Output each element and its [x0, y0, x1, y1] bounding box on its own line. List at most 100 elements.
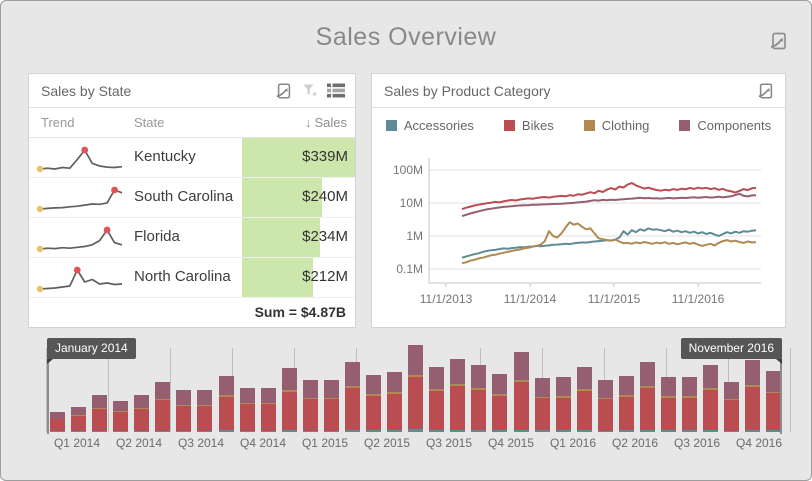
sales-value: $339M — [302, 148, 348, 165]
trend-sparkline — [36, 266, 123, 293]
month-bar[interactable] — [344, 362, 360, 432]
month-bar[interactable] — [555, 377, 571, 432]
column-header-trend[interactable]: Trend — [41, 115, 74, 130]
month-bar[interactable] — [513, 352, 529, 432]
page-title: Sales Overview — [315, 23, 497, 51]
sales-cell: $240M — [242, 178, 355, 217]
month-bar[interactable] — [534, 378, 550, 432]
range-start-badge[interactable]: January 2014 — [47, 338, 136, 364]
month-bar[interactable] — [724, 381, 740, 432]
quarter-label: Q2 2016 — [611, 436, 659, 450]
month-bar[interactable] — [176, 390, 192, 432]
column-header-sales[interactable]: ↓ Sales — [305, 115, 347, 130]
state-name: South Carolina — [134, 188, 234, 205]
month-bar[interactable] — [576, 366, 592, 432]
month-bar[interactable] — [597, 379, 613, 432]
export-icon[interactable] — [769, 31, 789, 51]
month-bar[interactable] — [703, 365, 719, 432]
quarter-label: Q2 2014 — [115, 436, 163, 450]
table-row[interactable]: North Carolina $212M — [29, 258, 355, 298]
month-bar[interactable] — [639, 361, 655, 432]
quarter-label: Q2 2015 — [363, 436, 411, 450]
legend-item-accessories: Accessories — [385, 118, 474, 133]
quarter-label: Q4 2014 — [239, 436, 287, 450]
month-bar[interactable] — [492, 373, 508, 432]
quarter-label: Q3 2016 — [673, 436, 721, 450]
state-name: Florida — [134, 228, 180, 245]
dashboard: Sales Overview Sales by State Trend Stat… — [0, 0, 812, 481]
sales-by-state-panel: Sales by State Trend State ↓ Sales Kentu… — [28, 73, 356, 328]
sales-by-state-header: Sales by State — [29, 74, 355, 108]
quarter-label: Q4 2015 — [487, 436, 535, 450]
svg-text:11/1/2014: 11/1/2014 — [504, 292, 557, 306]
table-row[interactable]: Kentucky $339M — [29, 138, 355, 178]
month-bar[interactable] — [661, 377, 677, 432]
month-bar[interactable] — [618, 375, 634, 432]
sales-by-category-header: Sales by Product Category — [372, 74, 785, 108]
quarter-label: Q3 2015 — [425, 436, 473, 450]
month-bar[interactable] — [366, 375, 382, 432]
month-bar[interactable] — [450, 358, 466, 432]
state-name: Kentucky — [134, 148, 196, 165]
export-icon[interactable] — [757, 82, 775, 100]
month-bar[interactable] — [387, 371, 403, 432]
card-layout-icon[interactable] — [327, 83, 345, 98]
state-name: North Carolina — [134, 268, 231, 285]
legend-item-components: Components — [679, 118, 771, 133]
month-bar[interactable] — [471, 365, 487, 432]
legend-swatch — [583, 119, 595, 131]
table-row[interactable]: Florida $234M — [29, 218, 355, 258]
grid-column-headers: Trend State ↓ Sales — [29, 108, 355, 138]
month-bar[interactable] — [113, 401, 129, 432]
month-bar[interactable] — [239, 387, 255, 432]
svg-text:1M: 1M — [406, 229, 423, 243]
month-bar[interactable] — [71, 406, 87, 432]
month-bar[interactable] — [745, 360, 761, 432]
sales-cell: $212M — [242, 258, 355, 297]
svg-text:11/1/2015: 11/1/2015 — [588, 292, 641, 306]
quarter-separator — [790, 348, 791, 432]
column-header-state[interactable]: State — [134, 115, 164, 130]
legend-swatch — [385, 119, 397, 131]
sales-cell: $234M — [242, 218, 355, 257]
range-selector-axis-labels: Q1 2014 Q2 2014 Q3 2014 Q4 2014 Q1 2015 Q2 20… — [41, 436, 793, 452]
sales-value: $234M — [302, 228, 348, 245]
grid-footer: Sum = $4.87B — [29, 298, 355, 328]
trend-sparkline — [36, 226, 123, 253]
category-line-chart[interactable]: 100M 10M 1M 0.1M 11/1/2013 11/1/2014 11/1/2015… — [372, 142, 785, 326]
export-icon[interactable] — [275, 82, 293, 100]
clear-filter-icon[interactable] — [302, 83, 318, 99]
trend-sparkline — [36, 146, 123, 173]
month-bar[interactable] — [92, 395, 108, 432]
month-bar[interactable] — [218, 375, 234, 432]
month-bar[interactable] — [134, 395, 150, 432]
chart-legend: Accessories Bikes Clothing Components — [372, 108, 785, 142]
range-end-badge[interactable]: November 2016 — [680, 338, 783, 364]
panel-title: Sales by State — [41, 82, 132, 99]
month-bar[interactable] — [155, 381, 171, 432]
month-bar[interactable] — [281, 368, 297, 432]
month-bar[interactable] — [323, 379, 339, 432]
svg-text:100M: 100M — [393, 163, 423, 177]
month-bar[interactable] — [197, 390, 213, 432]
month-bar[interactable] — [50, 411, 65, 432]
month-bar[interactable] — [260, 387, 276, 432]
month-bar[interactable] — [682, 377, 698, 432]
month-bar[interactable] — [408, 344, 424, 432]
quarter-label: Q4 2016 — [735, 436, 783, 450]
range-selector-chart[interactable] — [41, 344, 793, 434]
sales-value: $240M — [302, 188, 348, 205]
month-bar[interactable] — [429, 366, 445, 432]
quarter-label: Q3 2014 — [177, 436, 225, 450]
quarter-label: Q1 2015 — [301, 436, 349, 450]
quarter-label: Q1 2016 — [549, 436, 597, 450]
svg-text:0.1M: 0.1M — [396, 262, 423, 276]
panel-title: Sales by Product Category — [384, 82, 551, 99]
sales-cell: $339M — [242, 138, 355, 177]
month-bar[interactable] — [302, 379, 318, 432]
legend-swatch — [503, 119, 515, 131]
sales-value: $212M — [302, 268, 348, 285]
legend-swatch — [679, 119, 691, 131]
range-selector: January 2014 November 2016 Q1 2014 Q2 201… — [41, 338, 793, 456]
table-row[interactable]: South Carolina $240M — [29, 178, 355, 218]
